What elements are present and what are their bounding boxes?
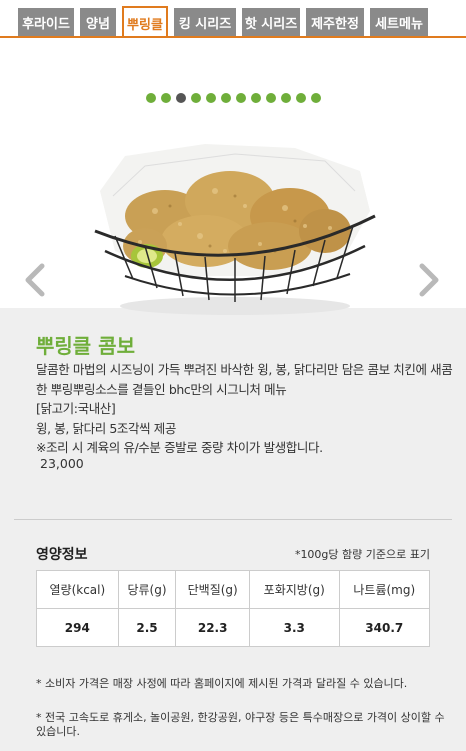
- table-header-cell: 단백질(g): [175, 570, 250, 609]
- product-description: 달콤한 마법의 시즈닝이 가득 뿌려진 바삭한 윙, 봉, 닭다리만 담은 콤보…: [36, 360, 453, 458]
- carousel-indicators: [0, 93, 466, 103]
- tab-king-series[interactable]: 킹 시리즈: [174, 8, 236, 36]
- product-price: 23,000: [40, 456, 84, 471]
- carousel-dot[interactable]: [205, 93, 216, 103]
- carousel-dot[interactable]: [190, 93, 201, 103]
- chevron-left-icon[interactable]: [24, 263, 46, 297]
- nutrition-note: *100g당 함량 기준으로 표기: [294, 548, 430, 561]
- special-store-disclaimer: * 전국 고속도로 휴게소, 놀이공원, 한강공원, 야구장 등은 특수매장으로…: [36, 711, 445, 738]
- table-header-cell: 나트륨(mg): [338, 570, 431, 609]
- description-line: [닭고기:국내산]: [36, 401, 116, 417]
- section-divider: [14, 519, 452, 520]
- description-line: 윙, 봉, 닭다리 5조각씩 제공: [36, 420, 176, 436]
- carousel-dot[interactable]: [235, 93, 246, 103]
- description-line: 달콤한 마법의 시즈닝이 가득 뿌려진 바삭한 윙, 봉, 닭다리만 담은 콤보…: [36, 362, 453, 377]
- table-header-cell: 당류(g): [117, 570, 177, 609]
- carousel-dot[interactable]: [145, 93, 156, 103]
- table-header-cell: 열량(kcal): [36, 570, 119, 609]
- table-cell: 294: [36, 608, 119, 647]
- tab-hot-series[interactable]: 핫 시리즈: [242, 8, 300, 36]
- table-header-cell: 포화지방(g): [248, 570, 340, 609]
- carousel-dot[interactable]: [265, 93, 276, 103]
- product-name: 뿌링클 콤보: [36, 334, 135, 358]
- description-line: ※조리 시 계육의 유/수분 증발로 중량 차이가 발생합니다.: [36, 440, 323, 456]
- carousel-dot[interactable]: [160, 93, 171, 103]
- table-header-row: 열량(kcal) 당류(g) 단백질(g) 포화지방(g) 나트륨(mg): [36, 570, 431, 609]
- table-cell: 340.7: [338, 608, 431, 647]
- chicken-basket-image: [94, 144, 376, 315]
- table-cell: 3.3: [248, 608, 340, 647]
- category-tab-bar: 후라이드 양념 뿌링클 킹 시리즈 핫 시리즈 제주한정 세트메뉴: [0, 0, 466, 38]
- nutrition-table: 열량(kcal) 당류(g) 단백질(g) 포화지방(g) 나트륨(mg) 29…: [36, 570, 431, 647]
- description-line: 한 뿌링뿌링소스를 곁들인 bhc만의 시그니처 메뉴: [36, 381, 287, 397]
- carousel-dot[interactable]: [175, 93, 186, 103]
- tab-seasoned[interactable]: 양념: [80, 8, 116, 36]
- product-image-carousel: [0, 38, 466, 315]
- table-cell: 2.5: [117, 608, 177, 647]
- chevron-right-icon[interactable]: [418, 263, 440, 297]
- nutrition-title: 영양정보: [36, 547, 88, 563]
- tab-set-menu[interactable]: 세트메뉴: [370, 8, 428, 36]
- tab-fried[interactable]: 후라이드: [18, 8, 74, 36]
- carousel-dot[interactable]: [280, 93, 291, 103]
- carousel-dot[interactable]: [250, 93, 261, 103]
- carousel-dot[interactable]: [295, 93, 306, 103]
- price-disclaimer: * 소비자 가격은 매장 사정에 따라 홈페이지에 제시된 가격과 달라질 수 …: [36, 677, 408, 690]
- carousel-dot[interactable]: [220, 93, 231, 103]
- tab-jeju-limited[interactable]: 제주한정: [306, 8, 364, 36]
- tab-puringkle[interactable]: 뿌링클: [122, 6, 168, 38]
- table-cell: 22.3: [175, 608, 250, 647]
- carousel-dot[interactable]: [310, 93, 321, 103]
- table-row: 294 2.5 22.3 3.3 340.7: [36, 608, 431, 647]
